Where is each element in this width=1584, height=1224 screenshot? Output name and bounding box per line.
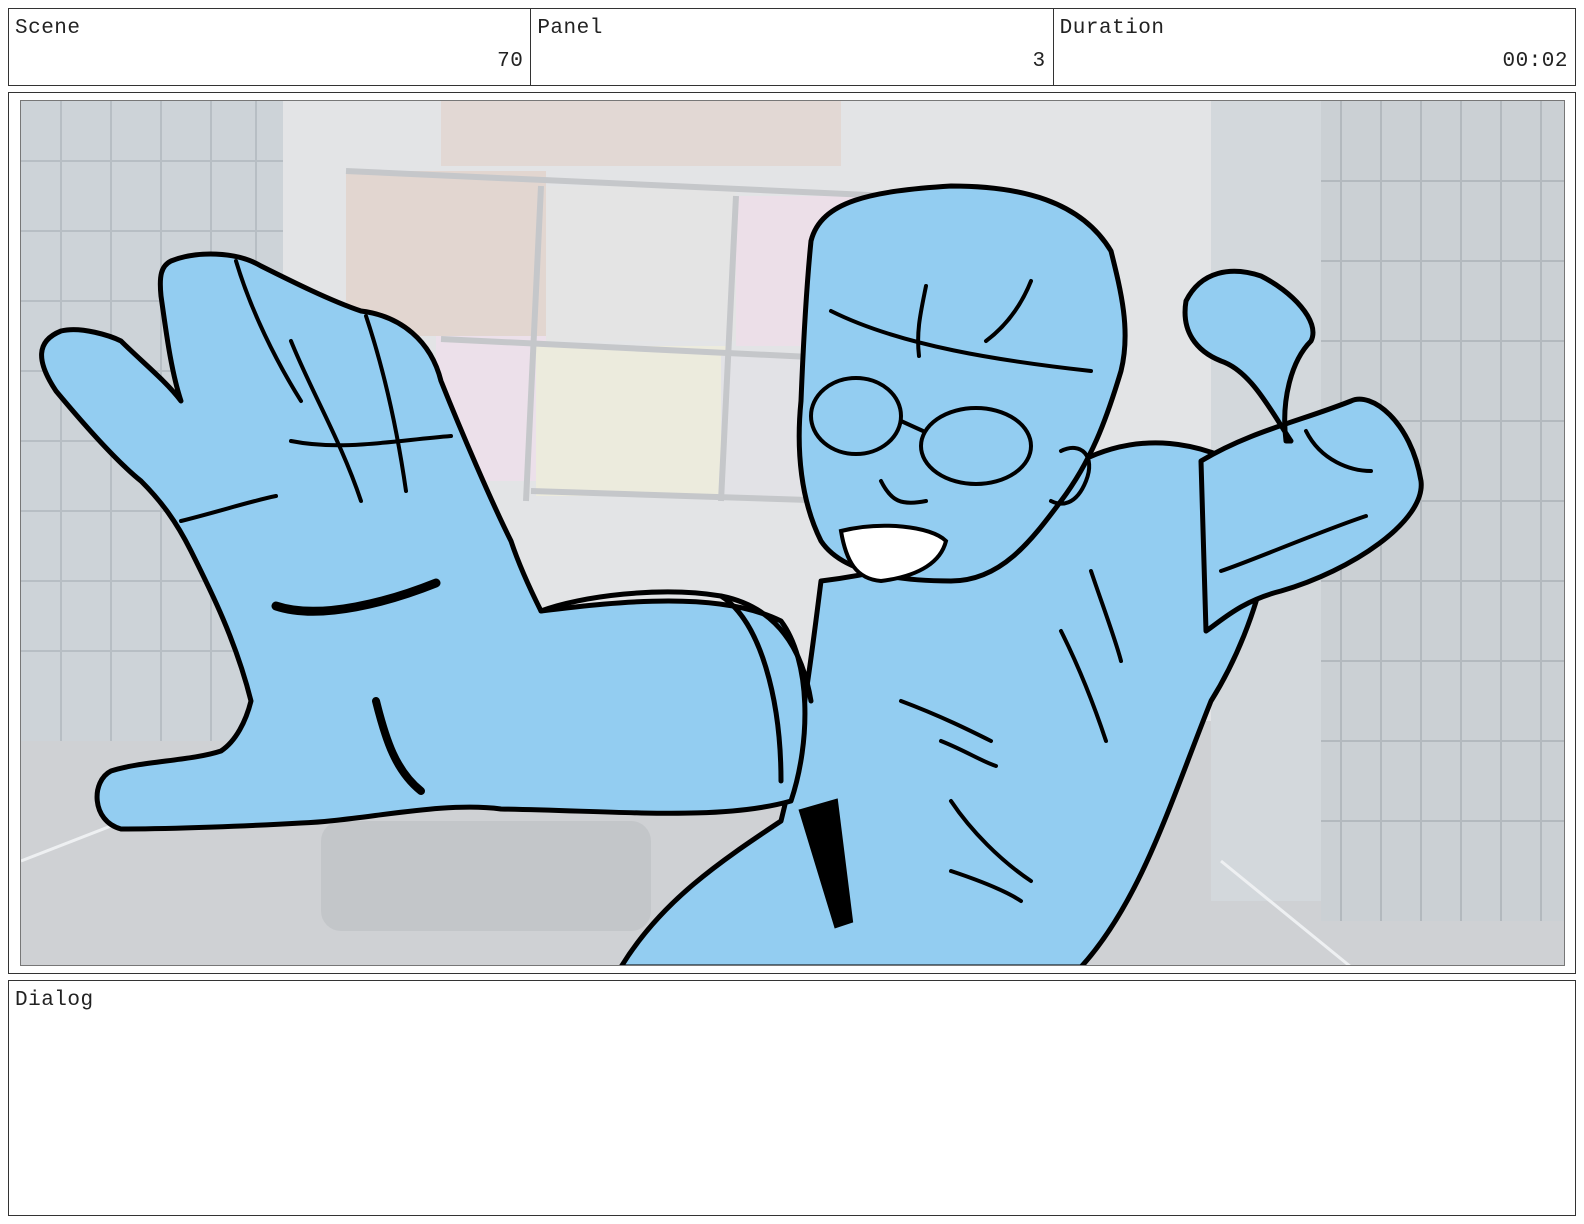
storyboard-artwork (20, 100, 1565, 966)
panel-value: 3 (1032, 50, 1046, 73)
dialog-label: Dialog (15, 989, 94, 1012)
scene-label: Scene (15, 17, 81, 40)
scene-value: 70 (497, 50, 524, 73)
storyboard-drawing (21, 101, 1564, 965)
duration-value: 00:02 (1502, 50, 1568, 73)
storyboard-header: Scene 70 Panel 3 Duration 00:02 (8, 8, 1576, 86)
panel-cell: Panel 3 (531, 9, 1054, 85)
duration-cell: Duration 00:02 (1054, 9, 1575, 85)
duration-label: Duration (1059, 17, 1165, 40)
dialog-box: Dialog (8, 980, 1576, 1216)
panel-frame (8, 92, 1576, 974)
scene-cell: Scene 70 (9, 9, 532, 85)
panel-label: Panel (537, 17, 603, 40)
